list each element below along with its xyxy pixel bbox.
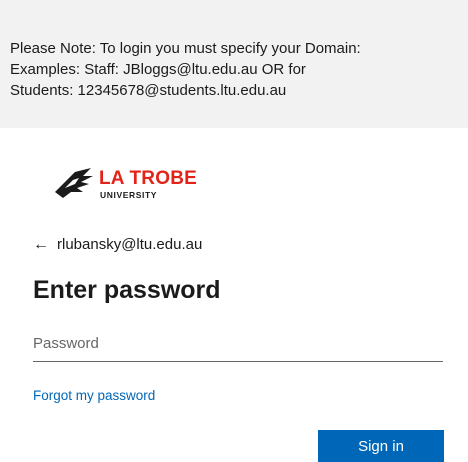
forgot-password-link[interactable]: Forgot my password — [33, 388, 155, 403]
notice-line-2: Examples: Staff: JBloggs@ltu.edu.au OR f… — [10, 61, 306, 78]
notice-line-1: Please Note: To login you must specify y… — [10, 40, 361, 57]
password-input[interactable] — [33, 326, 443, 362]
logo-subtitle: UNIVERSITY — [100, 190, 158, 200]
domain-notice-banner: Please Note: To login you must specify y… — [0, 0, 468, 128]
la-trobe-logo: LA TROBE UNIVERSITY — [53, 164, 233, 204]
logo-wordmark: LA TROBE — [99, 168, 198, 189]
sign-in-button[interactable]: Sign in — [318, 430, 444, 462]
identity-email: rlubansky@ltu.edu.au — [57, 236, 203, 253]
identity-banner[interactable]: ← rlubansky@ltu.edu.au — [33, 236, 202, 253]
page-title: Enter password — [33, 276, 221, 304]
eagle-icon — [55, 168, 93, 198]
notice-line-3: Students: 12345678@students.ltu.edu.au — [10, 82, 287, 99]
back-arrow-icon[interactable]: ← — [33, 236, 49, 253]
domain-notice-text: Please Note: To login you must specify y… — [10, 38, 458, 101]
